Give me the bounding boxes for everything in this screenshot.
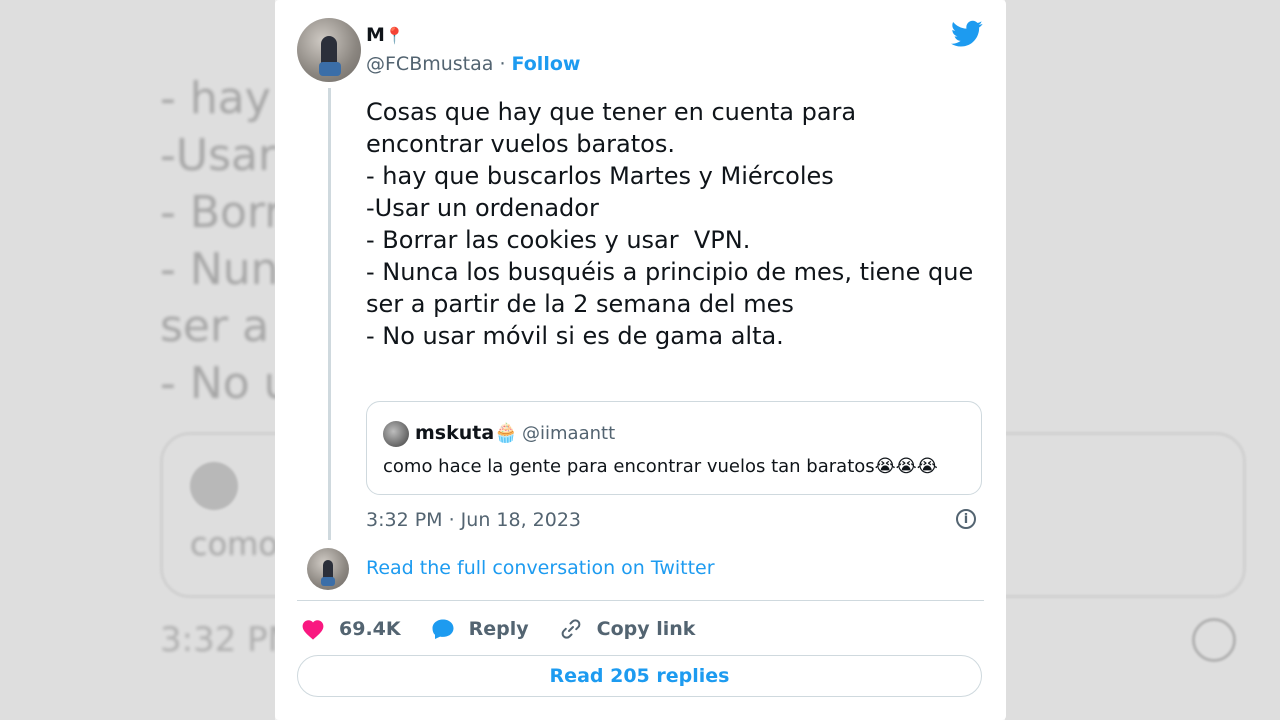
tweet-card: M📍 @FCBmustaa · Follow Cosas que hay que… xyxy=(275,0,1006,720)
tweet-text: Cosas que hay que tener en cuenta para e… xyxy=(366,96,996,352)
reply-icon xyxy=(432,619,454,639)
quoted-tweet[interactable]: mskuta🧁 @iimaantt como hace la gente par… xyxy=(366,401,982,495)
info-icon[interactable]: i xyxy=(956,509,976,529)
tweet-line: - No usar móvil si es de gama alta. xyxy=(366,322,784,350)
copy-link-button[interactable]: Copy link xyxy=(559,617,696,641)
quoted-author-name: mskuta🧁 xyxy=(415,422,518,444)
reply-label: Reply xyxy=(468,618,529,640)
link-icon xyxy=(561,619,580,639)
author-handle[interactable]: @FCBmustaa xyxy=(366,53,493,75)
like-button[interactable]: 69.4K xyxy=(301,618,401,640)
avatar-figure-legs xyxy=(321,577,335,586)
tweet-line: - Borrar las cookies y usar VPN. xyxy=(366,226,751,254)
author-avatar[interactable] xyxy=(297,18,361,82)
twitter-bird-icon[interactable] xyxy=(951,20,983,48)
background-shade-left xyxy=(0,0,275,720)
tweet-actions: 69.4K Reply Copy link xyxy=(301,615,725,643)
tweet-line: - hay que buscarlos Martes y Miércoles xyxy=(366,162,834,190)
handle-separator: · xyxy=(493,53,512,75)
tweet-timestamp[interactable]: 3:32 PM · Jun 18, 2023 xyxy=(366,509,581,531)
read-replies-button[interactable]: Read 205 replies xyxy=(297,655,982,697)
pin-emoji: 📍 xyxy=(384,26,405,45)
tweet-line: ser a partir de la 2 semana del mes xyxy=(366,290,794,318)
quoted-tweet-text: como hace la gente para encontrar vuelos… xyxy=(383,456,938,477)
tweet-line: -Usar un ordenador xyxy=(366,194,599,222)
tweet-line: encontrar vuelos baratos. xyxy=(366,130,675,158)
heart-icon xyxy=(302,620,324,640)
conversation-avatar xyxy=(307,548,349,590)
read-full-conversation-link[interactable]: Read the full conversation on Twitter xyxy=(366,557,715,579)
thread-line xyxy=(328,88,331,540)
quoted-author-avatar xyxy=(383,421,409,447)
quoted-author-handle: @iimaantt xyxy=(522,423,616,444)
avatar-figure-legs xyxy=(319,62,341,76)
copy-link-label: Copy link xyxy=(596,618,696,640)
author-handle-row: @FCBmustaa · Follow xyxy=(366,53,580,75)
author-display-name: M xyxy=(366,24,385,46)
reply-button[interactable]: Reply xyxy=(431,618,529,640)
author-name[interactable]: M📍 xyxy=(366,24,405,46)
follow-button[interactable]: Follow xyxy=(512,53,581,75)
background-shade-right xyxy=(1005,0,1280,720)
tweet-line: Cosas que hay que tener en cuenta para xyxy=(366,98,857,126)
like-count: 69.4K xyxy=(339,618,401,640)
divider xyxy=(297,600,984,601)
tweet-line: - Nunca los busquéis a principio de mes,… xyxy=(366,258,974,286)
